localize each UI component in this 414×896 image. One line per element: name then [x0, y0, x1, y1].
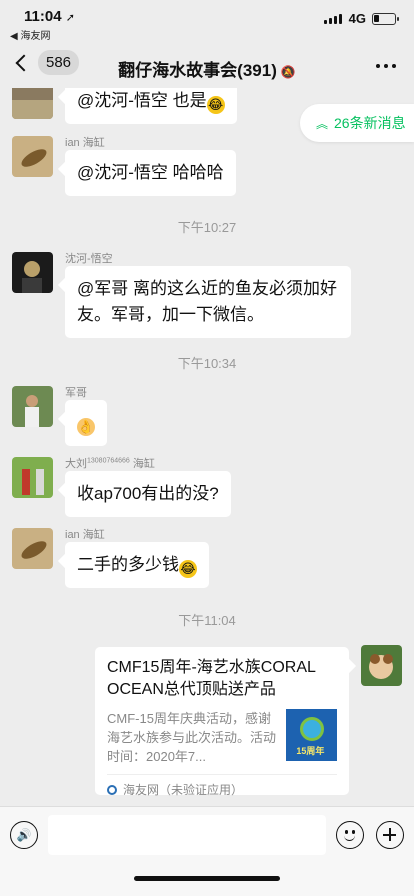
message-bubble[interactable]: 二手的多少钱😂 — [65, 542, 209, 588]
avatar[interactable] — [12, 136, 53, 177]
signal-icon — [324, 14, 342, 24]
link-card[interactable]: CMF15周年-海艺水族CORAL OCEAN总代顶贴送产品 CMF-15周年庆… — [95, 647, 349, 798]
sender-name: 大刘13080764666 海缸 — [65, 457, 155, 470]
message-bubble[interactable]: @沈河-悟空 也是😂 — [65, 88, 237, 124]
sender-name: ian 海缸 — [65, 137, 105, 149]
message-bubble[interactable]: 👌 — [65, 400, 107, 446]
sender-name: 军哥 — [65, 387, 87, 399]
chat-title: 翻仔海水故事会(391) 🔕 — [118, 61, 296, 80]
status-time: 11:04 ➚ — [24, 8, 75, 25]
link-card-description: CMF-15周年庆典活动，感谢海艺水族参与此次活动。活动时间：2020年7... — [107, 711, 277, 764]
link-card-thumbnail: 15周年 — [286, 709, 337, 761]
avatar[interactable] — [12, 386, 53, 427]
message-bubble[interactable]: @军哥 离的这么近的鱼友必须加好友。军哥，加一下微信。 — [65, 266, 351, 338]
back-to-app-link[interactable]: ◀ 海友网 — [10, 27, 50, 42]
battery-icon — [372, 13, 399, 25]
ok-hand-emoji-icon: 👌 — [77, 418, 95, 436]
mute-bell-icon: 🔕 — [280, 65, 296, 79]
network-type: 4G — [348, 11, 366, 26]
double-chevron-up-icon: ︽ — [316, 116, 329, 131]
link-card-source: 海友网（未验证应用） — [107, 774, 337, 798]
timestamp: 下午10:34 — [177, 356, 237, 371]
new-messages-button[interactable]: ︽ 26条新消息 — [300, 104, 414, 142]
avatar[interactable] — [12, 252, 53, 293]
avatar[interactable] — [12, 88, 53, 119]
sender-name: ian 海缸 — [65, 529, 105, 541]
chat-header: 586 翻仔海水故事会(391) 🔕 — [0, 44, 414, 88]
self-avatar[interactable] — [361, 645, 402, 686]
laughing-emoji-icon: 😂 — [179, 560, 197, 578]
link-card-title: CMF15周年-海艺水族CORAL OCEAN总代顶贴送产品 — [107, 659, 316, 698]
plus-icon[interactable] — [376, 821, 404, 849]
app-source-icon — [107, 784, 117, 795]
more-dots-icon[interactable] — [376, 64, 396, 68]
sender-name: 沈河-悟空 — [65, 253, 113, 265]
message-bubble[interactable]: @沈河-悟空 哈哈哈 — [65, 150, 236, 196]
home-indicator[interactable] — [134, 876, 280, 881]
emoji-icon[interactable] — [336, 821, 364, 849]
message-list[interactable]: @沈河-悟空 也是😂 ian 海缸 @沈河-悟空 哈哈哈 下午10:27 沈河-… — [0, 88, 414, 806]
message-bubble[interactable]: 收ap700有出的没? — [65, 471, 231, 517]
input-bar: 🔊 — [0, 806, 414, 896]
avatar[interactable] — [12, 528, 53, 569]
status-bar: 11:04 ➚ ◀ 海友网 4G — [0, 0, 414, 44]
avatar[interactable] — [12, 457, 53, 498]
laughing-emoji-icon: 😂 — [206, 96, 225, 114]
timestamp: 下午11:04 — [178, 613, 236, 628]
voice-icon[interactable]: 🔊 — [10, 821, 38, 849]
timestamp: 下午10:27 — [177, 220, 237, 235]
message-input[interactable] — [48, 815, 326, 855]
